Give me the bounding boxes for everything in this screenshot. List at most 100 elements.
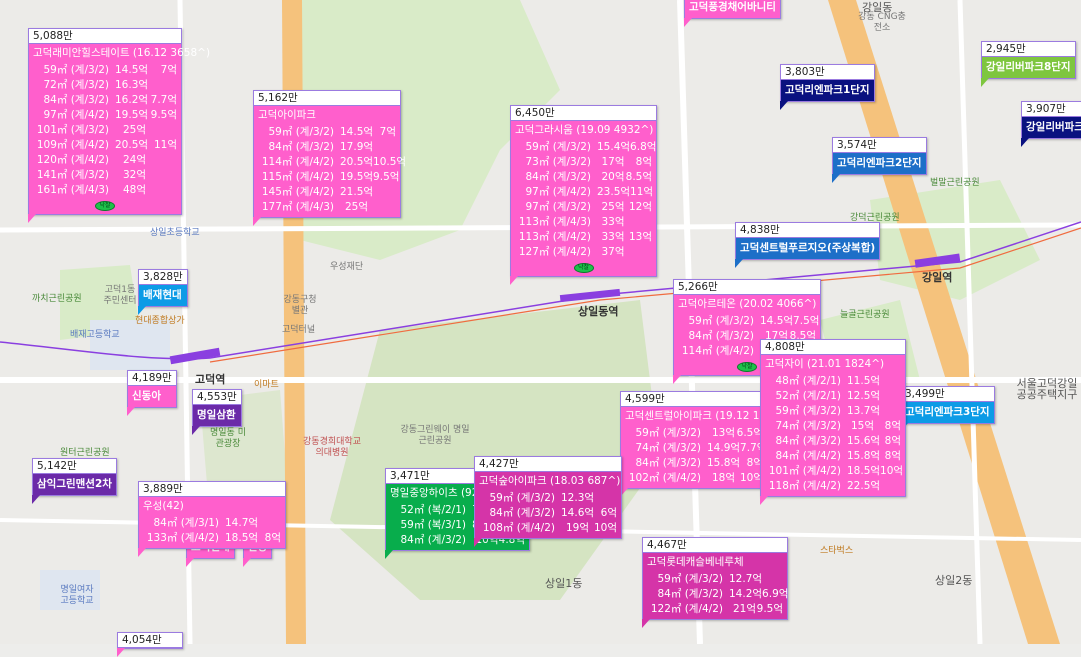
sale-price: 21억 bbox=[732, 603, 756, 615]
price-table: 59㎡ (계/3/2) 14.5억 7억 84㎡ (계/3/2) 17.9억 114㎡ (… bbox=[254, 125, 406, 217]
sale-price: 20억 bbox=[601, 171, 625, 183]
price-row: 97㎡ (계/3/2) 25억 12억 bbox=[515, 200, 653, 215]
map-label-office: 강동구청 별관 bbox=[283, 295, 317, 316]
marker-pointer-icon bbox=[832, 174, 840, 183]
area-type: 177㎡ (계/4/3) bbox=[261, 201, 334, 213]
auction-badge-icon[interactable]: 낙찰 bbox=[95, 201, 115, 211]
apartment-marker[interactable]: 3,574만 고덕리엔파크2단지 bbox=[832, 137, 927, 183]
map-label-district: 서울고덕강일 공공주택지구 bbox=[1016, 377, 1078, 401]
jeonse-price: 6.9억 bbox=[762, 588, 789, 600]
jeonse-price bbox=[146, 183, 177, 198]
apartment-marker[interactable]: 3,889만 우성(42) 84㎡ (계/3/1) 14.7억 133㎡ (계/4/2)… bbox=[138, 481, 286, 557]
apartment-marker[interactable]: 3,907만강일리버파크9단지 bbox=[1021, 101, 1081, 147]
price-row: 113㎡ (계/4/3) 33억 bbox=[515, 215, 652, 230]
apartment-marker[interactable]: 고덕풍경채어바니티 bbox=[684, 0, 781, 27]
price-row: 97㎡ (계/4/2) 23.5억 11억 bbox=[515, 185, 654, 200]
price-row: 74㎡ (계/3/2) 14.9억 7.7억 bbox=[625, 441, 767, 456]
price-row: 52㎡ (계/2/1) 12.5억 bbox=[765, 389, 901, 404]
jeonse-price: 12억 bbox=[628, 201, 652, 213]
sale-price: 33억 bbox=[601, 216, 625, 228]
price-table: 48㎡ (계/2/1) 11.5억 52㎡ (계/2/1) 12.5억 59㎡ (계/3… bbox=[761, 374, 905, 496]
marker-pointer-icon bbox=[192, 426, 200, 435]
price-row: 84㎡ (계/3/2) 15.8억 8억 bbox=[625, 456, 764, 471]
price-per-pyeong: 4,553만 bbox=[193, 390, 241, 405]
area-type: 122㎡ (계/4/2) bbox=[650, 603, 723, 615]
area-type: 84㎡ (계/3/2) bbox=[268, 141, 335, 153]
area-type: 84㎡ (계/3/2) bbox=[775, 435, 842, 447]
price-per-pyeong: 3,889만 bbox=[139, 482, 285, 497]
apartment-marker[interactable]: 4,838만 고덕센트럴푸르지오(주상복합) bbox=[735, 222, 881, 268]
area-type: 84㎡ (계/3/2) bbox=[688, 330, 755, 342]
area-type: 74㎡ (계/3/2) bbox=[775, 420, 842, 432]
jeonse-price bbox=[258, 516, 281, 531]
apartment-name: 강일리버파크8단지 bbox=[986, 61, 1071, 73]
apartment-marker[interactable]: 4,553만 명일삼환 bbox=[192, 389, 242, 435]
sale-price: 17.9억 bbox=[340, 141, 374, 153]
marker-pointer-icon bbox=[1021, 138, 1029, 147]
area-type: 59㎡ (계/3/2) bbox=[489, 492, 556, 504]
apartment-marker[interactable]: 3,803만 고덕리엔파크1단지 bbox=[780, 64, 875, 110]
jeonse-price: 10.5억 bbox=[373, 156, 407, 168]
price-per-pyeong: 5,162만 bbox=[254, 91, 400, 106]
marker-pointer-icon bbox=[510, 276, 518, 285]
apartment-marker[interactable]: 5,162만 고덕아이파크 59㎡ (계/3/2) 14.5억 7억 84㎡ (계/3/2… bbox=[253, 90, 406, 226]
price-per-pyeong: 3,499만 bbox=[901, 387, 994, 402]
map-label-park: 강동그린웨이 명일근린공원 bbox=[400, 425, 470, 446]
sale-price: 20.5억 bbox=[115, 139, 149, 151]
area-type: 97㎡ (계/4/2) bbox=[525, 186, 592, 198]
price-row: 59㎡ (계/3/2) 15.4억 6.8억 bbox=[515, 140, 657, 155]
jeonse-price bbox=[762, 572, 783, 587]
sale-price: 32억 bbox=[122, 169, 146, 181]
jeonse-price: 6억 bbox=[600, 507, 617, 519]
apartment-name: 고덕리엔파크3단지 bbox=[905, 406, 990, 418]
sale-price: 15.4억 bbox=[597, 141, 631, 153]
jeonse-price: 8억 bbox=[264, 532, 281, 544]
area-type: 97㎡ (계/4/2) bbox=[43, 109, 110, 121]
area-type: 52㎡ (복/2/1) bbox=[400, 504, 467, 516]
jeonse-price: 6.5억 bbox=[736, 427, 763, 439]
auction-badge-icon[interactable]: 낙찰 bbox=[737, 362, 757, 372]
school-area bbox=[90, 320, 170, 370]
sale-price: 33억 bbox=[601, 231, 625, 243]
apartment-marker[interactable]: 4,189만 신동아 bbox=[127, 370, 177, 416]
price-per-pyeong: 3,828만 bbox=[139, 270, 187, 285]
jeonse-price bbox=[880, 479, 901, 494]
apartment-marker[interactable]: 6,450만 고덕그라시움 (19.09 4932^) 59㎡ (계/3/2) 15.… bbox=[510, 105, 657, 285]
auction-badge-icon[interactable]: 낙찰 bbox=[573, 263, 594, 273]
sale-price: 18.5억 bbox=[225, 532, 259, 544]
price-row: 59㎡ (계/3/2) 14.5억 7.5억 bbox=[678, 314, 820, 329]
apartment-marker[interactable]: 5,142만 삼익그린맨션2차 bbox=[32, 458, 117, 504]
apartment-marker[interactable]: 4,599만 고덕센트럴아이파크 (19.12 1745^) 59㎡ (계/3/2)… bbox=[620, 391, 792, 497]
price-per-pyeong: 6,450만 bbox=[511, 106, 656, 121]
apartment-marker[interactable]: 4,054만 bbox=[117, 632, 183, 657]
price-row: 177㎡ (계/4/3) 25억 bbox=[258, 200, 396, 215]
marker-pointer-icon bbox=[127, 407, 135, 416]
apartment-marker[interactable]: 3,499만고덕리엔파크3단지 bbox=[900, 386, 995, 432]
price-row: 59㎡ (계/3/2) 13억 6.5억 bbox=[625, 426, 764, 441]
sale-price: 48억 bbox=[122, 184, 146, 196]
area-type: 120㎡ (계/4/2) bbox=[36, 154, 109, 166]
price-per-pyeong: 4,808만 bbox=[761, 340, 905, 355]
sale-price: 14.5억 bbox=[340, 126, 374, 138]
price-row: 101㎡ (계/4/2) 18.5억 10억 bbox=[765, 464, 903, 479]
apartment-marker[interactable]: 4,427만 고덕숲아이파크 (18.03 687^) 59㎡ (계/3/2) 12.… bbox=[474, 456, 622, 547]
price-table: 59㎡ (계/3/2) 12.7억 84㎡ (계/3/2) 14.2억 6.9억 122㎡… bbox=[643, 572, 789, 619]
area-type: 59㎡ (계/3/2) bbox=[688, 315, 755, 327]
price-row: 84㎡ (계/3/2) 17.9억 bbox=[258, 140, 396, 155]
price-row: 133㎡ (계/4/2) 18.5억 8억 bbox=[143, 531, 281, 546]
sale-price: 22.5억 bbox=[847, 480, 881, 492]
apartment-marker[interactable]: 4,808만고덕자이 (21.01 1824^) 48㎡ (계/2/1) 11.5억… bbox=[760, 339, 906, 505]
jeonse-price: 10억 bbox=[593, 522, 617, 534]
apartment-name: 고덕리엔파크1단지 bbox=[785, 84, 870, 96]
marker-pointer-icon bbox=[385, 550, 393, 559]
price-per-pyeong: 4,599만 bbox=[621, 392, 767, 407]
marker-pointer-icon bbox=[138, 306, 146, 315]
apartment-marker[interactable]: 2,945만 강일리버파크8단지 bbox=[981, 41, 1076, 87]
price-row: 120㎡ (계/4/2) 24억 bbox=[33, 153, 177, 168]
map-label-woosung: 우성재단 bbox=[330, 262, 364, 272]
jeonse-price: 11억 bbox=[153, 139, 177, 151]
apartment-name: 고덕자이 (21.01 1824^) bbox=[765, 358, 885, 370]
apartment-marker[interactable]: 4,467만 고덕롯데캐슬베네루체 59㎡ (계/3/2) 12.7억 84㎡ (계/3… bbox=[642, 537, 789, 628]
apartment-marker[interactable]: 3,828만 배재현대 bbox=[138, 269, 188, 315]
apartment-marker[interactable]: 5,088만 고덕래미안힐스테이트 (16.12 3658^) 59㎡ (계/3/2… bbox=[28, 28, 210, 223]
